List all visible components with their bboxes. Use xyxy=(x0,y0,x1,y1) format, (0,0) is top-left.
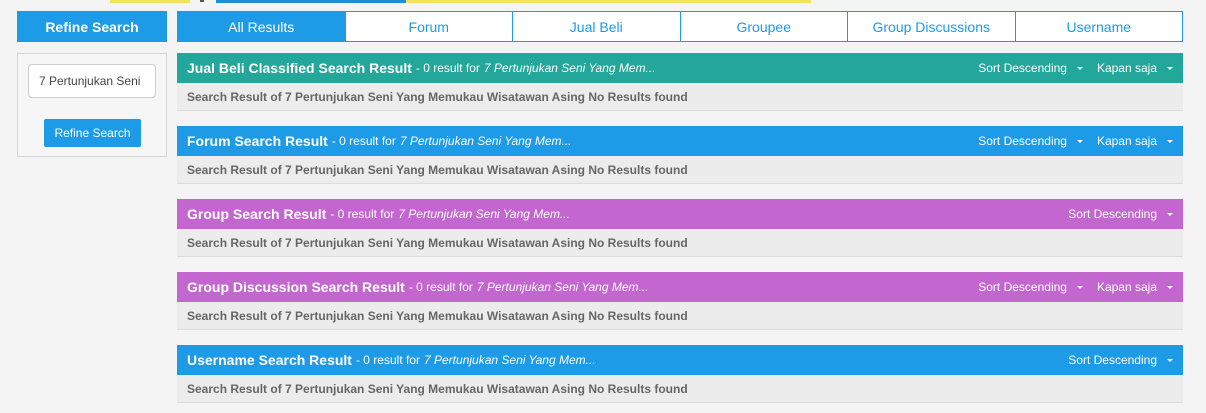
query-text: 7 Pertunjukan Seni Yang Mem... xyxy=(483,61,656,75)
username-result-panel: Username Search Result - 0 result for 7 … xyxy=(177,345,1183,403)
panel-message: Search Result of 7 Pertunjukan Seni Yang… xyxy=(177,156,1183,184)
sort-label: Sort Descending xyxy=(1068,353,1157,367)
tab-forum[interactable]: Forum xyxy=(344,12,513,41)
time-label: Kapan saja xyxy=(1096,61,1157,75)
panel-title: Username Search Result xyxy=(187,352,352,368)
panel-message: Search Result of 7 Pertunjukan Seni Yang… xyxy=(177,83,1183,111)
sort-label: Sort Descending xyxy=(978,280,1067,294)
panel-message: Search Result of 7 Pertunjukan Seni Yang… xyxy=(177,229,1183,257)
panel-header: Group Search Result - 0 result for 7 Per… xyxy=(177,199,1183,229)
forum-result-panel: Forum Search Result - 0 result for 7 Per… xyxy=(177,126,1183,184)
panel-title: Forum Search Result xyxy=(187,133,328,149)
result-count: - 0 result for xyxy=(408,280,473,294)
tab-all-results[interactable]: All Results xyxy=(178,12,345,41)
result-tabs: All Results Forum Jual Beli Groupee Grou… xyxy=(177,11,1183,42)
result-count: - 0 result for xyxy=(415,61,480,75)
refine-search-panel: Refine Search xyxy=(17,53,167,157)
panel-title: Group Discussion Search Result xyxy=(187,279,405,295)
time-label: Kapan saja xyxy=(1096,280,1157,294)
caret-down-icon xyxy=(1167,358,1173,362)
sort-label: Sort Descending xyxy=(978,134,1067,148)
tab-username[interactable]: Username xyxy=(1014,12,1183,41)
caret-down-icon xyxy=(1076,66,1083,70)
time-dropdown[interactable]: Kapan saja xyxy=(1097,280,1173,294)
tab-jual-beli[interactable]: Jual Beli xyxy=(512,12,680,41)
group-result-panel: Group Search Result - 0 result for 7 Per… xyxy=(177,199,1183,257)
tab-groupee[interactable]: Groupee xyxy=(679,12,848,41)
panel-header: Jual Beli Classified Search Result - 0 r… xyxy=(177,53,1183,83)
tab-group-discussions[interactable]: Group Discussions xyxy=(847,12,1015,41)
query-text: 7 Pertunjukan Seni Yang Mem... xyxy=(476,280,649,294)
result-count: - 0 result for xyxy=(355,353,420,367)
refine-search-button[interactable]: Refine Search xyxy=(44,119,141,147)
caret-down-icon xyxy=(1167,139,1173,143)
panel-message: Search Result of 7 Pertunjukan Seni Yang… xyxy=(177,375,1183,403)
panel-header: Forum Search Result - 0 result for 7 Per… xyxy=(177,126,1183,156)
sort-label: Sort Descending xyxy=(978,61,1067,75)
search-input[interactable] xyxy=(28,64,156,98)
caret-down-icon xyxy=(1167,285,1173,289)
query-text: 7 Pertunjukan Seni Yang Mem... xyxy=(398,207,570,221)
panel-title: Jual Beli Classified Search Result xyxy=(187,60,412,76)
time-label: Kapan saja xyxy=(1096,134,1157,148)
sort-label: Sort Descending xyxy=(1068,207,1157,221)
top-banner-strip xyxy=(110,0,190,3)
panel-message: Search Result of 7 Pertunjukan Seni Yang… xyxy=(177,302,1183,330)
top-banner-strip xyxy=(406,0,811,3)
group-discussion-result-panel: Group Discussion Search Result - 0 resul… xyxy=(177,272,1183,330)
sort-dropdown[interactable]: Sort Descending xyxy=(978,134,1083,148)
jual-beli-result-panel: Jual Beli Classified Search Result - 0 r… xyxy=(177,53,1183,111)
result-count: - 0 result for xyxy=(331,134,396,148)
sort-dropdown[interactable]: Sort Descending xyxy=(978,280,1083,294)
sort-dropdown[interactable]: Sort Descending xyxy=(1068,353,1173,367)
result-count: - 0 result for xyxy=(330,207,395,221)
caret-down-icon xyxy=(1167,66,1173,70)
caret-down-icon xyxy=(1167,212,1173,216)
top-banner-strip xyxy=(200,0,204,2)
sort-dropdown[interactable]: Sort Descending xyxy=(978,61,1083,75)
query-text: 7 Pertunjukan Seni Yang Mem... xyxy=(399,134,572,148)
sort-dropdown[interactable]: Sort Descending xyxy=(1068,207,1173,221)
caret-down-icon xyxy=(1076,285,1083,289)
panel-title: Group Search Result xyxy=(187,206,327,222)
top-banner-strip xyxy=(216,0,406,3)
caret-down-icon xyxy=(1076,139,1083,143)
time-dropdown[interactable]: Kapan saja xyxy=(1097,61,1173,75)
panel-header: Group Discussion Search Result - 0 resul… xyxy=(177,272,1183,302)
panel-header: Username Search Result - 0 result for 7 … xyxy=(177,345,1183,375)
refine-search-header: Refine Search xyxy=(17,11,167,42)
time-dropdown[interactable]: Kapan saja xyxy=(1097,134,1173,148)
query-text: 7 Pertunjukan Seni Yang Mem... xyxy=(424,353,596,367)
